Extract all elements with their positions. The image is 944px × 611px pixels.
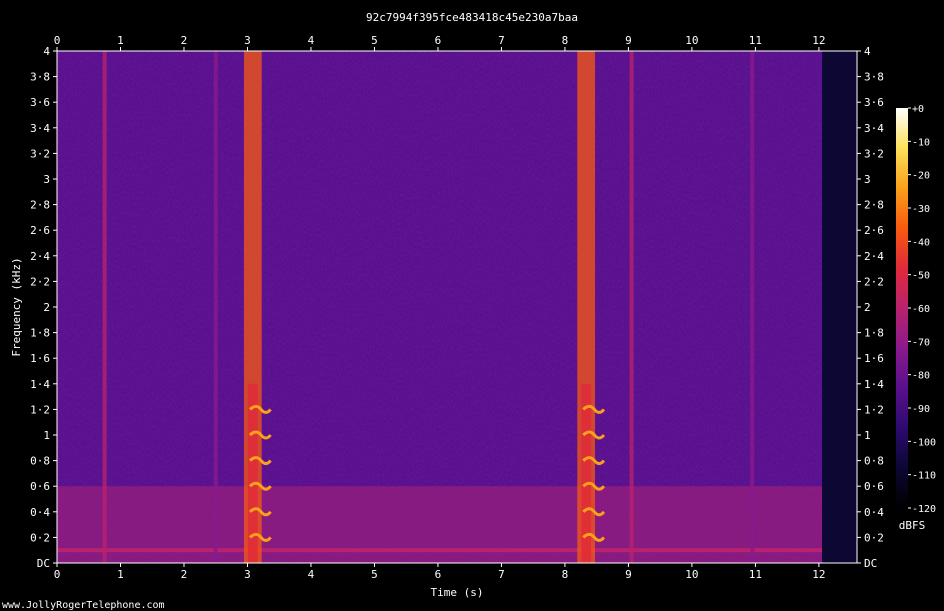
y-tick-label-left: 2·6 (30, 224, 50, 237)
y-tick-label-right: 4 (864, 45, 871, 58)
x-tick-label-top: 3 (244, 34, 251, 47)
y-tick-label-right: 3·2 (864, 147, 884, 160)
y-tick-label-left: 1·4 (30, 378, 50, 391)
y-tick-label-right: 3·4 (864, 122, 884, 135)
y-tick-label-right: 0·4 (864, 506, 884, 519)
colorbar-gradient (896, 108, 908, 508)
x-tick-label-bottom: 7 (498, 568, 505, 581)
x-tick-label-bottom: 2 (181, 568, 188, 581)
y-tick-label-left: 3·4 (30, 122, 50, 135)
y-tick-label-right: 1·4 (864, 378, 884, 391)
plot-area (57, 51, 857, 563)
chart-title: 92c7994f395fce483418c45e230a7baa (366, 11, 578, 24)
x-tick-label-top: 5 (371, 34, 378, 47)
x-tick-label-bottom: 4 (308, 568, 315, 581)
colorbar-tick-label: -10 (912, 137, 930, 148)
y-tick-label-left: 2 (43, 301, 50, 314)
y-tick-label-left: DC (37, 557, 50, 570)
x-tick-label-bottom: 5 (371, 568, 378, 581)
colorbar-tick-label: -70 (912, 337, 930, 348)
y-tick-label-right: 0·6 (864, 480, 884, 493)
y-tick-label-right: 0·8 (864, 455, 884, 468)
x-tick-label-top: 1 (117, 34, 124, 47)
colorbar-tick-label: -120 (912, 504, 936, 515)
x-tick-label-top: 2 (181, 34, 188, 47)
silence-region (822, 51, 857, 563)
y-tick-label-left: 0·2 (30, 531, 50, 544)
y-tick-label-right: 3·8 (864, 71, 884, 84)
x-axis-label: Time (s) (431, 586, 484, 599)
colorbar: +0 -10 -20 -30 -40 -50 -60 -70 -80 -90 -100 -110 -12… (896, 104, 936, 515)
y-tick-label-left: 1 (43, 429, 50, 442)
click-band (213, 51, 218, 563)
x-tick-label-bottom: 6 (435, 568, 442, 581)
y-tick-label-right: 2 (864, 301, 871, 314)
colorbar-tick-label: -30 (912, 204, 930, 215)
y-tick-label-left: 0·4 (30, 506, 50, 519)
y-tick-label-left: 2·4 (30, 250, 50, 263)
y-tick-label-left: 0·8 (30, 455, 50, 468)
y-axis-label: Frequency (kHz) (10, 257, 23, 356)
x-tick-label-bottom: 8 (562, 568, 569, 581)
y-tick-label-right: 1·2 (864, 403, 884, 416)
colorbar-label: dBFS (899, 519, 926, 532)
y-tick-label-right: 2·6 (864, 224, 884, 237)
y-tick-label-left: 1·2 (30, 403, 50, 416)
colorbar-tick-label: -50 (912, 271, 930, 282)
x-tick-label-top: 6 (435, 34, 442, 47)
y-tick-label-right: 0·2 (864, 531, 884, 544)
x-tick-label-bottom: 3 (244, 568, 251, 581)
y-tick-label-left: 4 (43, 45, 50, 58)
y-tick-label-left: 3·6 (30, 96, 50, 109)
click-band (629, 51, 634, 563)
y-tick-label-right: 3 (864, 173, 871, 186)
colorbar-tick-label: -110 (912, 471, 936, 482)
y-tick-label-left: 1·6 (30, 352, 50, 365)
x-tick-label-bottom: 12 (812, 568, 825, 581)
spectrogram-chart: 92c7994f395fce483418c45e230a7baa 0011223… (2, 11, 936, 611)
x-tick-label-top: 12 (812, 34, 825, 47)
x-tick-label-top: 0 (54, 34, 61, 47)
x-tick-label-top: 7 (498, 34, 505, 47)
x-tick-label-top: 4 (308, 34, 315, 47)
y-tick-label-left: 3·2 (30, 147, 50, 160)
x-tick-label-bottom: 0 (54, 568, 61, 581)
x-tick-label-top: 11 (749, 34, 762, 47)
y-tick-label-left: 2·8 (30, 199, 50, 212)
y-tick-label-right: 2·8 (864, 199, 884, 212)
click-band (102, 51, 107, 563)
y-tick-label-right: 2·4 (864, 250, 884, 263)
colorbar-tick-label: -60 (912, 304, 930, 315)
watermark: www.JollyRogerTelephone.com (2, 600, 165, 611)
y-tick-label-right: DC (864, 557, 877, 570)
colorbar-tick-label: -80 (912, 371, 930, 382)
noise-texture (57, 51, 857, 563)
y-tick-label-left: 2·2 (30, 275, 50, 288)
colorbar-tick-label: +0 (912, 104, 924, 115)
hum-band (57, 548, 823, 553)
x-tick-label-bottom: 9 (625, 568, 632, 581)
x-tick-label-bottom: 1 (117, 568, 124, 581)
y-tick-label-right: 1 (864, 429, 871, 442)
y-tick-label-right: 2·2 (864, 275, 884, 288)
colorbar-tick-label: -20 (912, 171, 930, 182)
y-tick-label-right: 1·8 (864, 327, 884, 340)
y-tick-label-right: 3·6 (864, 96, 884, 109)
y-tick-label-left: 1·8 (30, 327, 50, 340)
colorbar-tick-label: -90 (912, 404, 930, 415)
x-tick-label-top: 8 (562, 34, 569, 47)
x-tick-label-bottom: 11 (749, 568, 762, 581)
colorbar-tick-label: -100 (912, 437, 936, 448)
x-tick-label-top: 9 (625, 34, 632, 47)
y-tick-label-left: 3·8 (30, 71, 50, 84)
x-tick-label-bottom: 10 (685, 568, 698, 581)
y-tick-label-left: 3 (43, 173, 50, 186)
y-tick-label-right: 1·6 (864, 352, 884, 365)
y-tick-label-left: 0·6 (30, 480, 50, 493)
colorbar-tick-label: -40 (912, 237, 930, 248)
x-tick-label-top: 10 (685, 34, 698, 47)
click-band (750, 51, 755, 563)
